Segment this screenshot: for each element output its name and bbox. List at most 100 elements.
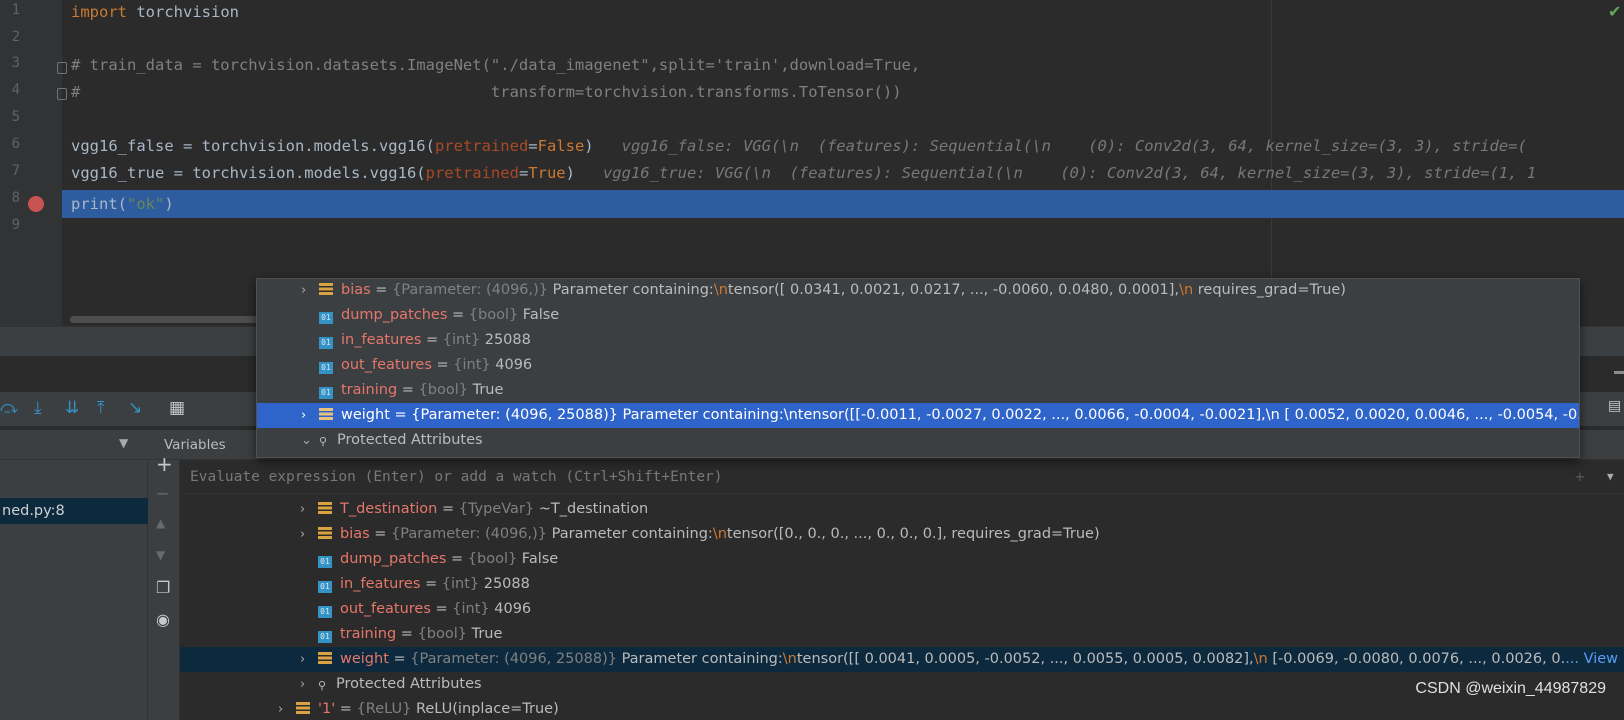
inline-debug-value[interactable]: vgg16_false: VGG(\n (features): Sequenti…	[622, 137, 1527, 155]
step-out-icon[interactable]: ⤒	[97, 398, 105, 418]
move-down-icon[interactable]: ▼	[156, 548, 165, 562]
popup-tree-item[interactable]: 01 in_features = {int} 25088	[257, 328, 1579, 353]
frame-item[interactable]: ned.py:8	[0, 498, 148, 524]
primitive-icon: 01	[318, 631, 332, 643]
step-over-icon[interactable]: ⤼	[0, 398, 18, 418]
variable-name: weight	[341, 407, 390, 423]
code-line-4[interactable]: # transform=torchvision.transforms.ToTen…	[71, 82, 902, 102]
remove-watch-icon[interactable]: −	[156, 484, 169, 503]
code-text: vgg16_false = torchvision.models.vgg16(	[71, 137, 435, 155]
field-icon	[296, 702, 310, 714]
evaluate-expression-icon[interactable]: ▦	[169, 398, 185, 418]
line-number: 4	[11, 82, 20, 98]
view-link[interactable]: ... View	[1565, 651, 1618, 667]
inline-value-popup[interactable]: › bias = {Parameter: (4096,)} Parameter c…	[256, 278, 1580, 458]
inline-debug-value[interactable]: vgg16_true: VGG(\n (features): Sequentia…	[603, 164, 1536, 182]
tree-item[interactable]: 01 dump_patches = {bool} False	[318, 547, 558, 572]
variable-name: T_destination	[340, 501, 438, 517]
code-line-6[interactable]: vgg16_false = torchvision.models.vgg16(p…	[71, 136, 1527, 156]
tree-item[interactable]: 01 training = {bool} True	[318, 622, 502, 647]
frames-panel: ned.py:8	[0, 460, 148, 720]
run-to-cursor-icon[interactable]: ↘	[128, 398, 142, 418]
variable-value-tail: tensor([[ 0.0041, 0.0005, -0.0052, ..., …	[796, 651, 1254, 667]
comment-text: # train_data = torchvision.datasets.Imag…	[71, 56, 921, 74]
primitive-icon: 01	[318, 606, 332, 618]
expand-arrow-icon[interactable]: ›	[300, 647, 318, 672]
field-icon	[319, 283, 333, 295]
minimize-icon[interactable]	[1614, 371, 1624, 374]
tree-item[interactable]: › T_destination = {TypeVar} ~T_destinatio…	[300, 497, 648, 522]
variable-value: True	[468, 382, 504, 398]
breakpoint-icon[interactable]	[28, 196, 44, 212]
variable-name: in_features	[341, 332, 422, 348]
tree-item[interactable]: › bias = {Parameter: (4096,)} Parameter c…	[300, 522, 1100, 547]
code-line-7[interactable]: vgg16_true = torchvision.models.vgg16(pr…	[71, 163, 1536, 183]
variable-type: {Parameter: (4096,)}	[391, 526, 548, 542]
tab-variables[interactable]: Variables	[164, 430, 226, 460]
code-line-3[interactable]: # train_data = torchvision.datasets.Imag…	[71, 55, 920, 75]
fold-start-icon[interactable]	[57, 62, 67, 74]
step-into-my-code-icon[interactable]: ⇊	[65, 398, 79, 418]
tree-item[interactable]: › '1' = {ReLU} ReLU(inplace=True)	[278, 697, 559, 720]
execution-line-highlight	[62, 190, 1624, 218]
move-up-icon[interactable]: ▲	[156, 516, 165, 530]
popup-tree-item[interactable]: 01 training = {bool} True	[257, 378, 1579, 403]
variable-type: {bool}	[418, 382, 468, 398]
variable-value: Parameter containing:	[616, 651, 783, 667]
expand-arrow-icon[interactable]: ›	[278, 697, 296, 720]
popup-tree-item[interactable]: ⌄ ⚲ Protected Attributes	[257, 428, 1579, 453]
collapse-arrow-icon[interactable]: ⌄	[301, 428, 319, 453]
popup-tree-item[interactable]: 01 dump_patches = {bool} False	[257, 303, 1579, 328]
field-icon	[318, 652, 332, 664]
chevron-down-icon[interactable]: ▼	[119, 436, 128, 450]
step-into-icon[interactable]: ⤓	[34, 398, 42, 418]
variable-value: True	[467, 626, 503, 642]
expand-arrow-icon[interactable]: ›	[300, 522, 318, 547]
editor-gutter[interactable]: 1 2 3 4 5 6 7 8 9	[0, 0, 67, 326]
variable-value: 4096	[490, 357, 533, 373]
copy-icon[interactable]: ❐	[156, 578, 170, 597]
expand-arrow-icon[interactable]: ›	[301, 279, 319, 303]
line-number: 6	[11, 136, 20, 152]
code-param: pretrained	[425, 164, 519, 182]
variable-type: {TypeVar}	[458, 501, 535, 517]
field-icon	[319, 408, 333, 420]
escape-sequence: \n	[713, 282, 728, 298]
protected-attributes-icon: ⚲	[318, 679, 327, 692]
expand-arrow-icon[interactable]: ›	[300, 672, 318, 697]
tree-item[interactable]: 01 in_features = {int} 25088	[318, 572, 530, 597]
tree-item-selected[interactable]: › weight = {Parameter: (4096, 25088)} Par…	[180, 647, 1624, 672]
code-line-8[interactable]: print("ok")	[71, 194, 174, 214]
eye-icon[interactable]: ◉	[156, 610, 170, 629]
line-number: 3	[11, 55, 20, 71]
add-watch-icon[interactable]: +	[156, 452, 173, 476]
popup-tree-item-selected[interactable]: › weight = {Parameter: (4096, 25088)} Par…	[257, 403, 1579, 428]
variable-name: out_features	[341, 357, 432, 373]
popup-tree-item[interactable]: › bias = {Parameter: (4096,)} Parameter c…	[257, 279, 1579, 303]
tree-item[interactable]: › ⚲ Protected Attributes	[300, 672, 482, 697]
variable-type: {bool}	[467, 551, 518, 567]
code-line-1[interactable]: import torchvision	[71, 2, 239, 22]
layout-icon[interactable]: ▤	[1608, 398, 1621, 414]
variable-type: {bool}	[468, 307, 519, 323]
fold-end-icon[interactable]	[57, 88, 67, 100]
variables-tree[interactable]: › T_destination = {TypeVar} ~T_destinatio…	[180, 494, 1624, 720]
variable-name: dump_patches	[340, 551, 447, 567]
add-watch-icon[interactable]: +	[1575, 460, 1585, 494]
variable-name: bias	[340, 526, 370, 542]
chevron-down-icon[interactable]: ▼	[1607, 460, 1614, 494]
code-text: vgg16_true = torchvision.models.vgg16(	[71, 164, 426, 182]
popup-tree-item[interactable]: 01 out_features = {int} 4096	[257, 353, 1579, 378]
variable-value-tail: [-0.0069, -0.0080, 0.0076, ..., 0.0026, …	[1267, 651, 1566, 667]
variable-type: {Parameter: (4096,)}	[392, 282, 549, 298]
variable-value: False	[517, 551, 559, 567]
code-text: )	[164, 195, 174, 213]
variable-value-tail: tensor([0., 0., 0., ..., 0., 0., 0.], re…	[726, 526, 1100, 542]
variables-side-toolbar: + − ▲ ▼ ❐ ◉	[148, 452, 180, 720]
variable-type: {bool}	[417, 626, 467, 642]
expand-arrow-icon[interactable]: ›	[300, 497, 318, 522]
watch-input[interactable]: Evaluate expression (Enter) or add a wat…	[180, 460, 1624, 494]
tree-item[interactable]: 01 out_features = {int} 4096	[318, 597, 531, 622]
protected-attributes-icon: ⚲	[319, 435, 328, 448]
expand-arrow-icon[interactable]: ›	[301, 403, 319, 428]
